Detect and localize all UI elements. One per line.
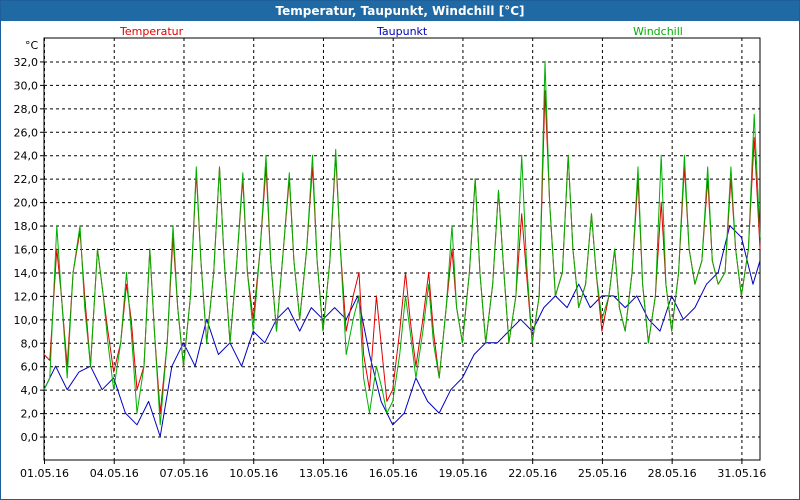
y-tick-label: 16,0 — [14, 244, 39, 257]
x-tick-label: 10.05.16 — [229, 467, 278, 480]
y-tick-label: 0,0 — [21, 431, 39, 444]
y-tick-label: 18,0 — [14, 220, 39, 233]
line-chart: 0,0 2,0 4,0 6,0 8,0 10,0 12,0 14,0 16,0 18,0 20,0 2… — [14, 37, 766, 480]
y-tick-label: 30,0 — [14, 79, 39, 92]
series-line-temperatur — [43, 90, 761, 414]
x-tick-label: 16.05.16 — [369, 467, 418, 480]
y-tick-label: 8,0 — [21, 337, 39, 350]
x-tick-label: 19.05.16 — [438, 467, 487, 480]
y-tick-label: 22,0 — [14, 173, 39, 186]
y-tick-label: 26,0 — [14, 126, 39, 139]
x-tick-label: 13.05.16 — [299, 467, 348, 480]
x-tick-label: 25.05.16 — [578, 467, 627, 480]
y-tick-label: 28,0 — [14, 103, 39, 116]
y-tick-label: 32,0 — [14, 56, 39, 69]
x-tick-label: 07.05.16 — [159, 467, 208, 480]
y-tick-label: 12,0 — [14, 290, 39, 303]
y-tick-label: 20,0 — [14, 197, 39, 210]
x-tick-label: 28.05.16 — [648, 467, 697, 480]
x-tick-label: 22.05.16 — [508, 467, 557, 480]
y-tick-label: 14,0 — [14, 267, 39, 280]
x-tick-label: 31.05.16 — [717, 467, 766, 480]
x-tick-label: 01.05.16 — [20, 467, 69, 480]
x-tick-label: 04.05.16 — [90, 467, 139, 480]
y-tick-label: 2,0 — [21, 408, 39, 421]
y-tick-label: 10,0 — [14, 314, 39, 327]
y-tick-label: 6,0 — [21, 361, 39, 374]
y-tick-label: 24,0 — [14, 150, 39, 163]
series-line-windchill — [43, 60, 761, 426]
y-tick-label: 4,0 — [21, 384, 39, 397]
